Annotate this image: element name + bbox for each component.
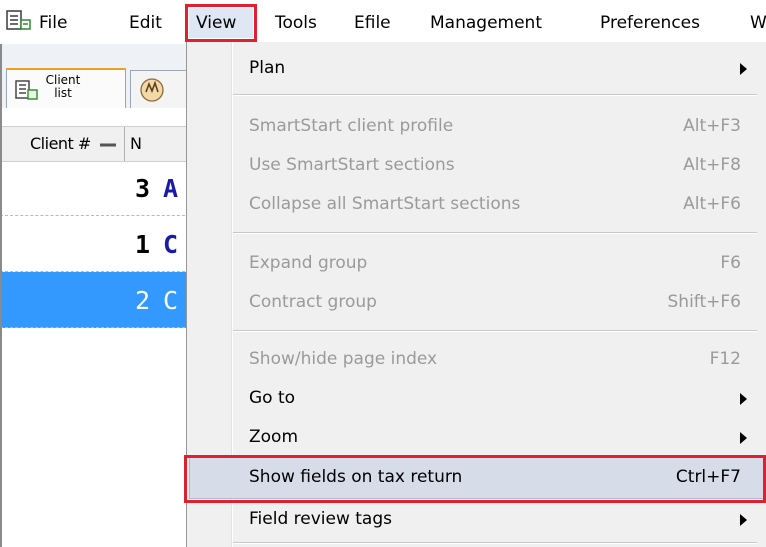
client-panel: Client list Client # N 3 A 1 C 2 C [0, 44, 190, 547]
menu-item-shortcut: Alt+F6 [683, 194, 741, 214]
client-row-selected[interactable]: 2 C [0, 272, 190, 328]
menu-item-label: Field review tags [249, 509, 392, 529]
tab-client-list[interactable]: Client list [6, 68, 126, 108]
client-list-icon [15, 80, 39, 102]
menu-separator [233, 330, 757, 332]
client-number: 3 [134, 174, 150, 203]
tab-client-list-label: Client list [43, 74, 83, 100]
submenu-arrow-icon [740, 514, 747, 526]
panel-left-border [0, 44, 2, 547]
menu-file[interactable]: File [39, 12, 67, 34]
menu-separator [233, 232, 757, 234]
menu-item-shortcut: Alt+F3 [683, 116, 741, 136]
panel-tab-strip: Client list [0, 44, 190, 108]
menu-item-label: Go to [249, 388, 296, 408]
menu-item-label: Contract group [249, 292, 377, 312]
tab-client-label-line1: Client [45, 73, 81, 87]
menu-item-field-review-tags[interactable]: Field review tags [233, 500, 766, 540]
menu-item-label: Collapse all SmartStart sections [249, 194, 521, 214]
show-fields-highlight-box [184, 455, 766, 503]
menu-item-label: Show/hide page index [249, 349, 438, 369]
menu-item-label: Zoom [249, 427, 299, 447]
menu-item-shortcut: Shift+F6 [667, 292, 741, 312]
menu-item-show-hide-page-index: Show/hide page index F12 [233, 340, 766, 380]
menu-item-go-to[interactable]: Go to [233, 379, 766, 419]
column-header-name-truncated[interactable]: N [130, 134, 142, 153]
menu-bar: File Edit View Tools Efile Management Pr… [0, 0, 766, 45]
client-row[interactable]: 3 A [0, 160, 190, 216]
menu-item-zoom[interactable]: Zoom [233, 418, 766, 458]
menu-efile[interactable]: Efile [354, 12, 391, 34]
client-name-truncated: A [163, 174, 179, 203]
app-icon[interactable] [6, 10, 32, 32]
column-header-client-number[interactable]: Client # [30, 134, 91, 153]
menu-item-label: Use SmartStart sections [249, 155, 455, 175]
menu-item-label: Expand group [249, 253, 368, 273]
menu-separator [233, 94, 757, 96]
menu-item-label: SmartStart client profile [249, 116, 454, 136]
client-number: 2 [134, 286, 150, 315]
menu-management[interactable]: Management [430, 12, 542, 34]
tab-client-label-line2: list [54, 86, 72, 100]
client-number: 1 [134, 230, 150, 259]
menu-item-plan[interactable]: Plan [233, 49, 766, 89]
menu-window-truncated[interactable]: W [750, 12, 766, 34]
menu-item-use-smartstart-sections: Use SmartStart sections Alt+F8 [233, 146, 766, 186]
menu-edit[interactable]: Edit [129, 12, 162, 34]
menu-item-expand-group: Expand group F6 [233, 244, 766, 284]
menu-item-contract-group: Contract group Shift+F6 [233, 283, 766, 323]
menu-separator [233, 542, 757, 544]
menu-preferences[interactable]: Preferences [600, 12, 700, 34]
menu-tools[interactable]: Tools [275, 12, 317, 34]
sort-icon[interactable] [99, 137, 117, 151]
column-divider[interactable] [124, 127, 125, 161]
submenu-arrow-icon [740, 393, 747, 405]
client-row[interactable]: 1 C [0, 216, 190, 272]
client-name-truncated: C [163, 230, 179, 259]
menu-view-highlight-box [185, 4, 257, 42]
menu-item-shortcut: F6 [720, 253, 741, 273]
menu-item-shortcut: Alt+F8 [683, 155, 741, 175]
menu-item-smartstart-client-profile: SmartStart client profile Alt+F3 [233, 107, 766, 147]
menu-item-shortcut: F12 [709, 349, 741, 369]
submenu-arrow-icon [740, 63, 747, 75]
menu-item-label: Plan [249, 58, 286, 78]
hand-icon [139, 77, 165, 103]
tab-second[interactable] [130, 70, 190, 108]
column-header-row: Client # N [0, 126, 190, 162]
menu-item-collapse-smartstart-sections: Collapse all SmartStart sections Alt+F6 [233, 185, 766, 225]
submenu-arrow-icon [740, 432, 747, 444]
client-name-truncated: C [163, 286, 179, 315]
